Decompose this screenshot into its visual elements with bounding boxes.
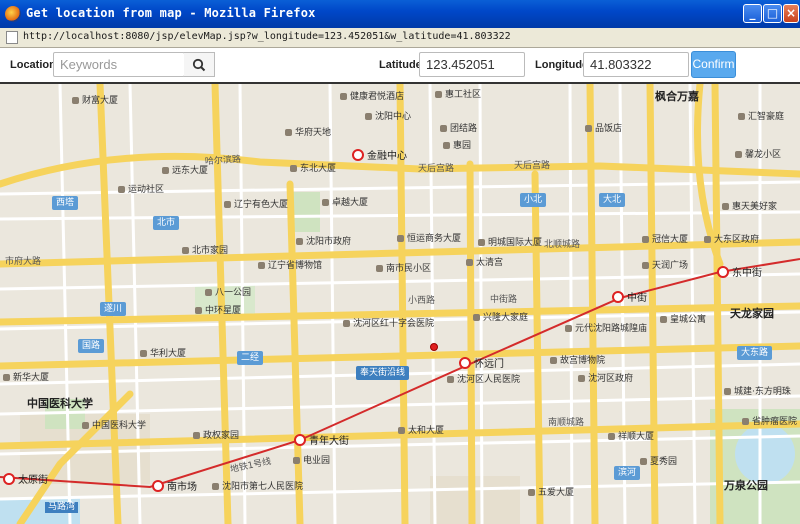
- poi-label: 祥顺大厦: [608, 432, 654, 443]
- district-label: 二经: [237, 351, 264, 365]
- district-label: 国路: [78, 339, 105, 353]
- poi-label: 大东区政府: [704, 235, 759, 246]
- poi-label: 故宫博物院: [550, 356, 605, 367]
- poi-label: 北市家园: [182, 246, 228, 257]
- poi-label: 沈阳市第七人民医院: [212, 482, 303, 493]
- poi-label: 远东大厦: [162, 166, 208, 177]
- poi-label: 东北大厦: [290, 164, 336, 175]
- latitude-input[interactable]: 123.452051: [419, 52, 525, 77]
- road-label: 天后宫路: [514, 161, 551, 171]
- poi-label: 辽宁有色大厦: [224, 200, 288, 211]
- poi-label: 辽宁省博物馆: [258, 261, 322, 272]
- subway-station[interactable]: 中街: [612, 291, 647, 305]
- url-text[interactable]: http://localhost:8080/jsp/elevMap.jsp?w_…: [23, 31, 511, 42]
- poi-label: 汇智豪庭: [738, 112, 784, 123]
- road-label: 北顺城路: [544, 240, 581, 250]
- road-label: 市府大路: [5, 257, 42, 267]
- district-label: 小北: [520, 193, 547, 207]
- poi-label: 太清宫: [466, 258, 503, 269]
- poi-label: 惠天美好家: [722, 202, 777, 213]
- poi-label: 中国医科大学: [82, 421, 146, 432]
- longitude-label: Longitude: [535, 59, 589, 71]
- search-icon: [192, 58, 206, 72]
- address-bar: http://localhost:8080/jsp/elevMap.jsp?w_…: [0, 28, 800, 48]
- poi-label: 华府天地: [285, 128, 331, 139]
- poi-label: 财富大厦: [72, 96, 118, 107]
- keywords-input[interactable]: Keywords: [53, 52, 185, 77]
- poi-label: 沈阳中心: [365, 112, 411, 123]
- poi-label: 卓越大厦: [322, 198, 368, 209]
- poi-label: 兴隆大家庭: [473, 313, 528, 324]
- poi-label: 华利大厦: [140, 349, 186, 360]
- poi-label: 八一公园: [205, 288, 251, 299]
- poi-label: 冠信大厦: [642, 235, 688, 246]
- close-button[interactable]: ×: [783, 4, 799, 23]
- poi-label: 天润广场: [642, 261, 688, 272]
- search-button[interactable]: [184, 52, 215, 77]
- poi-label: 元代沈阳路城隍庙: [565, 324, 647, 335]
- poi-label: 电业园: [293, 456, 330, 467]
- district-label: 奉天街沿线: [356, 366, 410, 380]
- poi-label: 中环星厦: [195, 306, 241, 317]
- map-view[interactable]: 大北 小北 北市 西塔 遂川 国路 二经 大东路 滨河 奉天街沿线 金融中心 中…: [0, 84, 800, 524]
- poi-label: 运动社区: [118, 185, 164, 196]
- page-icon: [6, 31, 18, 44]
- road-label: 天后宫路: [418, 164, 455, 174]
- subway-station[interactable]: 太原街: [3, 473, 48, 487]
- poi-label: 团结路: [440, 124, 477, 135]
- poi-label: 惠工社区: [435, 90, 481, 101]
- window-titlebar: Get location from map - Mozilla Firefox …: [0, 0, 800, 28]
- district-label: 北市: [153, 216, 180, 230]
- location-toolbar: Location Keywords Latitude 123.452051 Lo…: [0, 48, 800, 84]
- road-label: 小西路: [408, 296, 436, 306]
- firefox-icon: [5, 6, 21, 22]
- map-label: 万泉公园: [724, 479, 768, 492]
- district-label: 大东路: [737, 346, 773, 360]
- poi-label: 恒运商务大厦: [397, 234, 461, 245]
- poi-label: 沈河区政府: [578, 374, 633, 385]
- poi-label: 南市民小区: [376, 264, 431, 275]
- poi-label: 沈阳市政府: [296, 237, 351, 248]
- poi-label: 夏秀园: [640, 457, 677, 468]
- poi-label: 惠园: [443, 141, 471, 152]
- district-label: 遂川: [100, 302, 127, 316]
- map-label: 枫合万嘉: [655, 90, 699, 103]
- confirm-button[interactable]: Confirm: [691, 51, 736, 78]
- poi-label: 五爱大厦: [528, 488, 574, 499]
- district-label: 大北: [599, 193, 626, 207]
- map-label: 天龙家园: [730, 307, 774, 320]
- subway-station[interactable]: 南市场: [152, 480, 197, 494]
- district-label: 滨河: [614, 466, 641, 480]
- road-label: 马路湾: [45, 502, 79, 513]
- poi-label: 太和大厦: [398, 426, 444, 437]
- poi-label: 城建·东方明珠: [724, 387, 791, 398]
- subway-station[interactable]: 金融中心: [352, 149, 407, 163]
- poi-label: 沈河区红十字会医院: [343, 319, 434, 330]
- subway-station[interactable]: 东中街: [717, 266, 762, 280]
- maximize-button[interactable]: □: [763, 4, 782, 23]
- poi-label: 皇城公寓: [660, 315, 706, 326]
- map-label: 中国医科大学: [27, 397, 93, 410]
- road-label: 南顺城路: [548, 418, 585, 428]
- longitude-input[interactable]: 41.803322: [583, 52, 689, 77]
- district-label: 西塔: [52, 196, 79, 210]
- poi-label: 新华大厦: [3, 373, 49, 384]
- window-title: Get location from map - Mozilla Firefox: [26, 6, 316, 20]
- poi-label: 省肿瘤医院: [742, 417, 797, 428]
- road-label: 中街路: [490, 295, 518, 305]
- poi-label: 品饭店: [585, 124, 622, 135]
- poi-label: 明城国际大厦: [478, 238, 542, 249]
- poi-label: 沈河区人民医院: [447, 375, 520, 386]
- latitude-label: Latitude: [379, 59, 422, 71]
- subway-station[interactable]: 怀远门: [459, 357, 504, 371]
- poi-label: 健康君悦酒店: [340, 92, 404, 103]
- minimize-button[interactable]: _: [743, 4, 762, 23]
- location-marker[interactable]: [430, 343, 438, 351]
- subway-station[interactable]: 青年大街: [294, 434, 349, 448]
- poi-label: 馨龙小区: [735, 150, 781, 161]
- location-label: Location: [10, 59, 56, 71]
- poi-label: 政权家园: [193, 431, 239, 442]
